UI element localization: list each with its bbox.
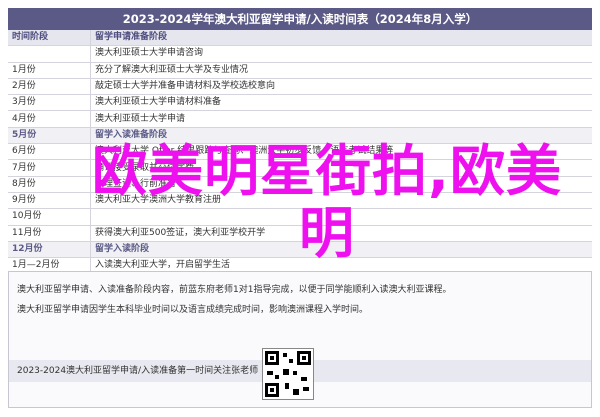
row-time: 1月份: [8, 62, 91, 79]
row-time: 10月份: [8, 208, 91, 226]
table-row: 1月份 充分了解澳大利亚硕士大学及专业情况: [8, 62, 592, 79]
row-time: 9月份: [8, 192, 91, 210]
row-text: 澳大利亚硕士大学申请: [90, 110, 592, 128]
row-time: 2月份: [8, 78, 91, 96]
row-time: 6月份: [8, 143, 91, 161]
row-text: 充分了解澳大利亚硕士大学及专业情况: [90, 62, 592, 79]
table-header-row: 时间阶段 留学申请准备阶段: [8, 30, 592, 47]
row-text: 澳大利亚硕士大学申请咨询: [90, 45, 592, 63]
row-time: 5月份: [8, 127, 91, 145]
table-row: 澳大利亚硕士大学申请咨询: [8, 45, 592, 63]
row-time: 3月份: [8, 94, 91, 112]
row-text: 澳大利亚硕士大学申请材料准备: [90, 94, 592, 112]
row-time: [8, 45, 91, 63]
table-row: 2月份 敲定硕士大学并准备申请材料及学校选校意向: [8, 78, 592, 96]
page-title: 2023-2024学年澳大利亚留学申请/入读时间表（2024年8月入学）: [8, 8, 592, 30]
watermark-text: 欧美明星街拍,欧美明: [92, 139, 562, 265]
row-time: 11月份: [8, 225, 91, 242]
row-time: 12月份: [8, 241, 91, 259]
footer-line-2: 澳大利亚留学申请因学生本科毕业时间以及语言成绩完成时间，影响澳洲课程入学时间。: [17, 305, 369, 315]
document-page: 2023-2024学年澳大利亚留学申请/入读时间表（2024年8月入学） 时间阶…: [0, 0, 600, 417]
row-time: 8月份: [8, 176, 91, 193]
table-row: 4月份 澳大利亚硕士大学申请: [8, 110, 592, 128]
header-plan: 留学申请准备阶段: [90, 30, 592, 47]
row-time: 4月份: [8, 110, 91, 128]
qr-code-icon: [262, 348, 314, 400]
footer-line-1: 澳大利亚留学申请、入读准备阶段内容，前蓝东府老师1对1指导完成，以便于同学能顺利…: [17, 285, 452, 295]
row-time: 7月份: [8, 159, 91, 177]
header-time: 时间阶段: [8, 30, 91, 47]
row-text: 敲定硕士大学并准备申请材料及学校选校意向: [90, 78, 592, 96]
table-row: 3月份 澳大利亚硕士大学申请材料准备: [8, 94, 592, 112]
